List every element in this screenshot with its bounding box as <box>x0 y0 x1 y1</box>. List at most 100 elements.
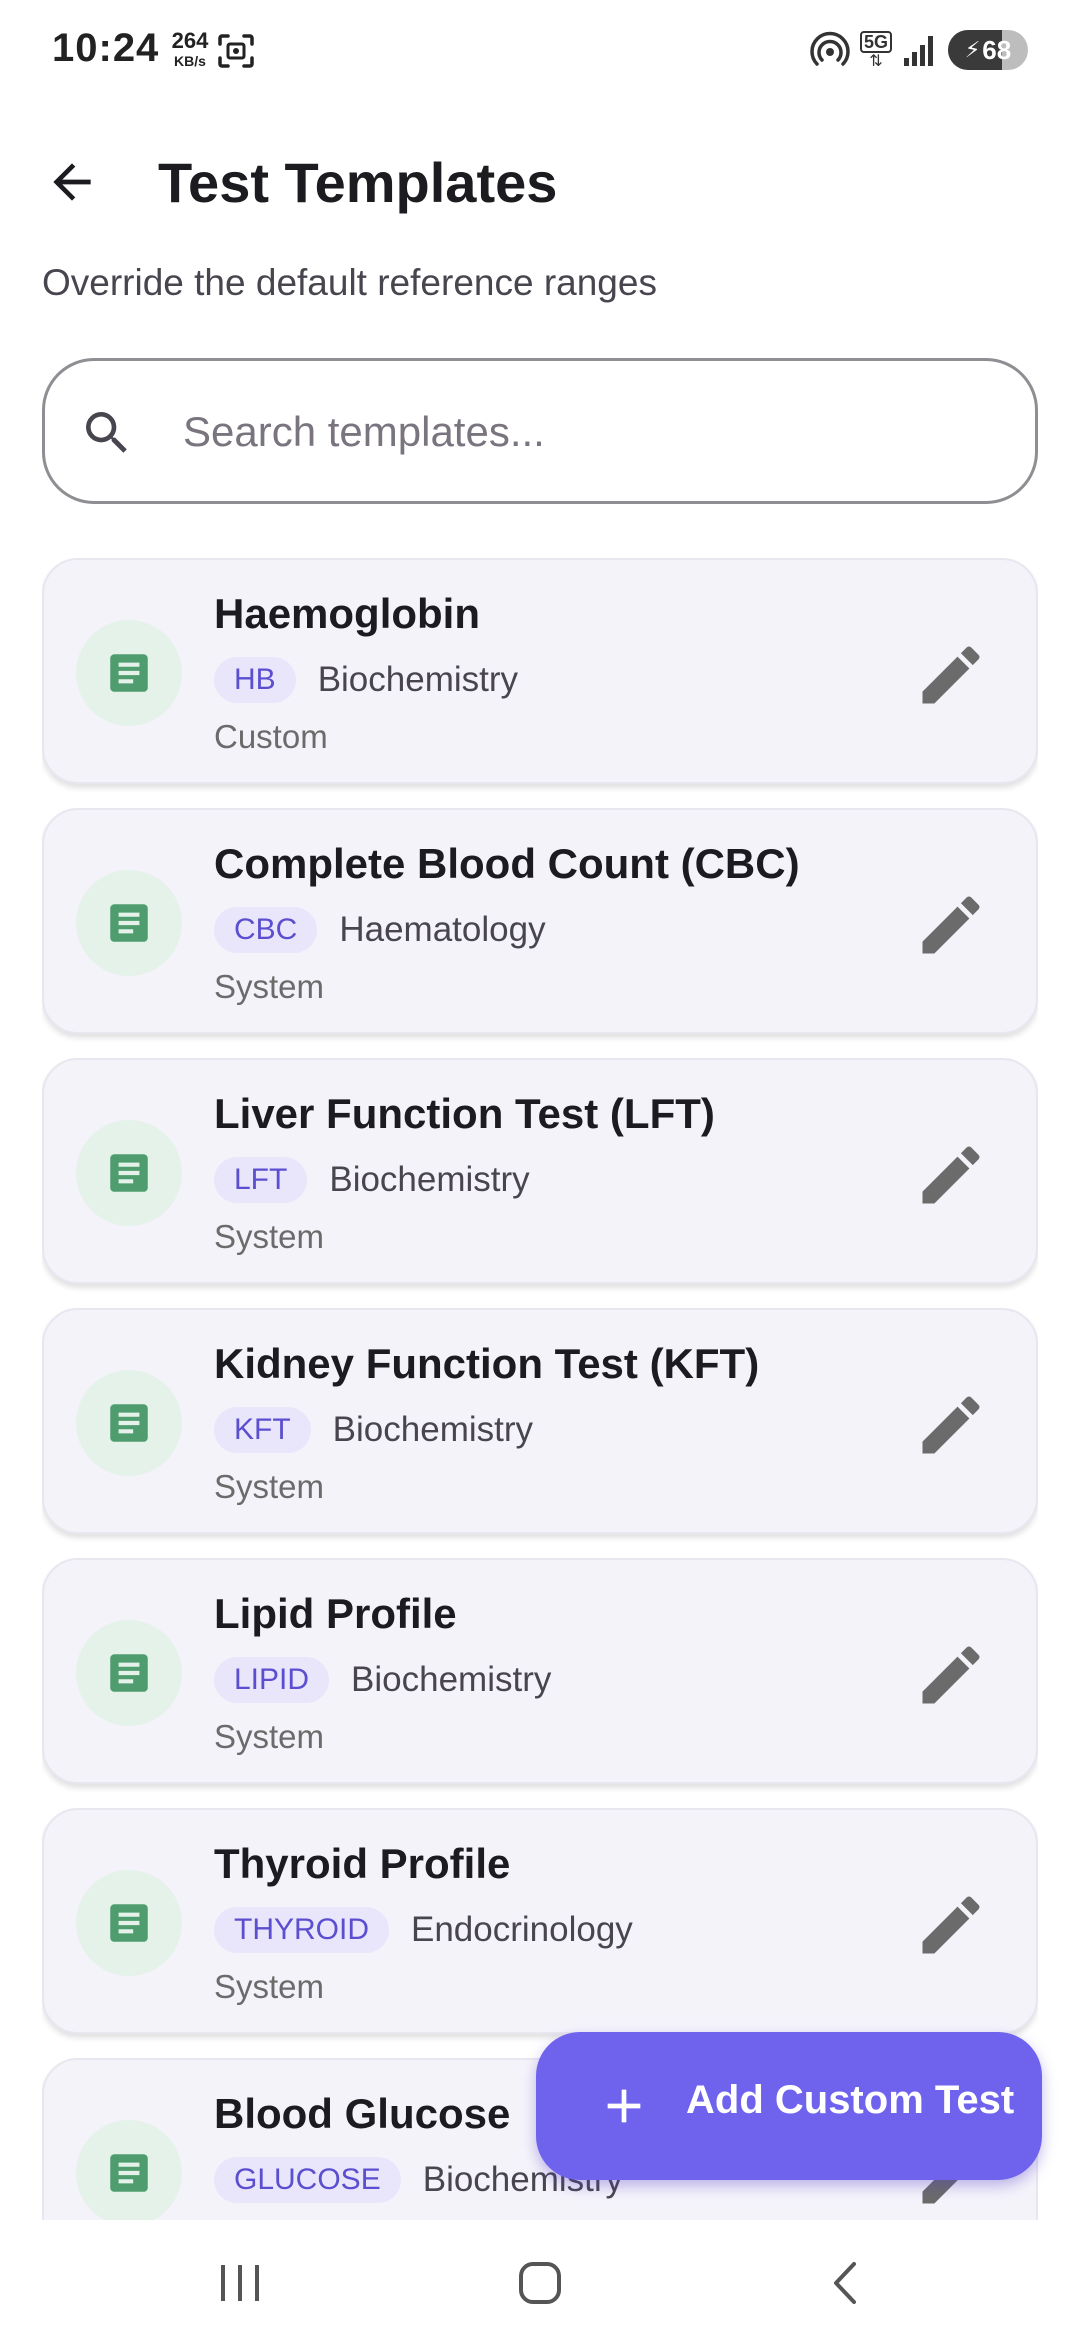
status-time: 10:24 <box>52 26 160 70</box>
template-name: Complete Blood Count (CBC) <box>214 840 800 887</box>
edit-button[interactable] <box>906 1380 996 1470</box>
pencil-icon <box>922 1396 980 1454</box>
template-source: System <box>214 968 325 1005</box>
battery-level: 68 <box>982 34 1012 65</box>
template-name: Lipid Profile <box>214 1590 457 1637</box>
template-list: Haemoglobin HB Biochemistry Custom Compl… <box>42 558 1038 2220</box>
arrow-back-icon <box>53 163 91 201</box>
template-meta: LIPID Biochemistry <box>214 1656 551 1704</box>
template-meta: KFT Biochemistry <box>214 1406 533 1454</box>
home-icon <box>519 2262 561 2304</box>
edit-button[interactable] <box>906 880 996 970</box>
back-button[interactable] <box>30 140 114 224</box>
template-code-chip: LIPID <box>214 1657 330 1703</box>
status-icons: 5G ⇅ ⚡ 68 <box>810 28 1028 72</box>
template-code-chip: CBC <box>214 907 318 953</box>
template-code-chip: HB <box>214 657 296 703</box>
template-category: Biochemistry <box>329 1160 530 1199</box>
document-icon <box>110 904 148 942</box>
template-category: Biochemistry <box>351 1660 552 1699</box>
template-meta: LFT Biochemistry <box>214 1156 530 1204</box>
template-meta: HB Biochemistry <box>214 656 518 704</box>
search-input[interactable] <box>181 391 1005 473</box>
template-icon-badge <box>76 870 182 976</box>
template-name: Liver Function Test (LFT) <box>214 1090 715 1137</box>
document-icon <box>110 654 148 692</box>
hotspot-icon <box>810 31 850 66</box>
template-code-chip: KFT <box>214 1407 311 1453</box>
template-icon-badge <box>76 620 182 726</box>
app-header: Test Templates <box>0 120 1080 240</box>
signal-icon <box>904 36 933 66</box>
pencil-icon <box>922 646 980 704</box>
edit-button[interactable] <box>906 1880 996 1970</box>
edit-button[interactable] <box>906 1130 996 1220</box>
home-button[interactable] <box>500 2248 580 2318</box>
template-icon-badge <box>76 1370 182 1476</box>
screenshot-icon <box>218 34 254 68</box>
template-name: Blood Glucose <box>214 2090 511 2137</box>
template-source: System <box>214 1218 325 1255</box>
search-icon <box>86 412 127 453</box>
system-nav-bar <box>0 2220 1080 2340</box>
status-bar: 10:24 264 KB/s 5G ⇅ ⚡ 68 <box>0 0 1080 100</box>
template-icon-badge <box>76 1620 182 1726</box>
battery-indicator: ⚡ 68 <box>948 30 1028 70</box>
network-type-label: 5G <box>859 30 892 53</box>
chevron-left-icon <box>834 2262 856 2304</box>
template-card-lipid[interactable]: Lipid Profile LIPID Biochemistry System <box>42 1558 1038 1784</box>
plus-icon <box>607 2089 641 2123</box>
template-card-haemoglobin[interactable]: Haemoglobin HB Biochemistry Custom <box>42 558 1038 784</box>
search-box[interactable] <box>42 358 1038 504</box>
template-meta: CBC Haematology <box>214 906 546 954</box>
recent-apps-icon <box>221 2265 259 2301</box>
pencil-icon <box>922 1146 980 1204</box>
template-source: System <box>214 1718 325 1755</box>
template-card-kft[interactable]: Kidney Function Test (KFT) KFT Biochemis… <box>42 1308 1038 1534</box>
template-code-chip: THYROID <box>214 1907 389 1953</box>
pencil-icon <box>922 1896 980 1954</box>
document-icon <box>110 1654 148 1692</box>
template-category: Haematology <box>339 910 546 949</box>
template-icon-badge <box>76 1120 182 1226</box>
template-icon-badge <box>76 1870 182 1976</box>
template-category: Endocrinology <box>411 1910 633 1949</box>
template-code-chip: LFT <box>214 1157 308 1203</box>
screen: 10:24 264 KB/s 5G ⇅ ⚡ 68 Test Templates … <box>0 0 1080 2340</box>
add-custom-test-label: Add Custom Test <box>686 2078 1015 2122</box>
network-type-icon: 5G ⇅ <box>859 30 892 70</box>
network-speed-unit: KB/s <box>174 53 206 69</box>
template-name: Thyroid Profile <box>214 1840 511 1887</box>
template-source: System <box>214 1468 325 1505</box>
battery-label: ⚡ 68 <box>948 30 1028 70</box>
edit-button[interactable] <box>906 1630 996 1720</box>
pencil-icon <box>922 896 980 954</box>
page-title: Test Templates <box>158 151 558 214</box>
template-icon-badge <box>76 2120 182 2220</box>
template-source: System <box>214 1968 325 2005</box>
template-category: Biochemistry <box>332 1410 533 1449</box>
template-code-chip: GLUCOSE <box>214 2157 401 2203</box>
template-source: Custom <box>214 718 328 755</box>
template-name: Kidney Function Test (KFT) <box>214 1340 760 1387</box>
template-card-cbc[interactable]: Complete Blood Count (CBC) CBC Haematolo… <box>42 808 1038 1034</box>
edit-button[interactable] <box>906 630 996 720</box>
template-card-lft[interactable]: Liver Function Test (LFT) LFT Biochemist… <box>42 1058 1038 1284</box>
template-category: Biochemistry <box>317 660 519 699</box>
system-back-button[interactable] <box>806 2248 886 2318</box>
template-name: Haemoglobin <box>214 590 481 637</box>
charging-icon: ⚡ <box>964 37 981 62</box>
pencil-icon <box>922 1646 980 1704</box>
add-custom-test-button[interactable]: Add Custom Test <box>536 2032 1042 2180</box>
template-card-thyroid[interactable]: Thyroid Profile THYROID Endocrinology Sy… <box>42 1808 1038 2034</box>
recent-apps-button[interactable] <box>200 2248 280 2318</box>
document-icon <box>110 1904 148 1942</box>
network-speed-value: 264 <box>171 28 209 53</box>
network-speed: 264 KB/s <box>168 28 212 69</box>
document-icon <box>110 1154 148 1192</box>
data-arrows-icon: ⇅ <box>869 52 883 70</box>
page-subtitle: Override the default reference ranges <box>42 262 657 303</box>
document-icon <box>110 2154 148 2192</box>
document-icon <box>110 1404 148 1442</box>
template-meta: THYROID Endocrinology <box>214 1906 633 1954</box>
